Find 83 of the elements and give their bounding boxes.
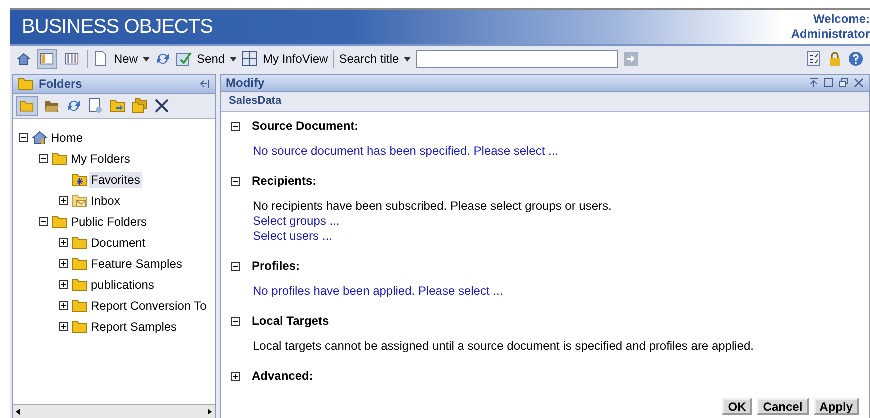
- lock-icon[interactable]: [827, 51, 843, 67]
- move-folder-icon[interactable]: [110, 98, 126, 114]
- search-field[interactable]: [416, 50, 618, 68]
- section-title: Profiles:: [252, 259, 300, 273]
- folder-icon: [72, 318, 88, 334]
- tree-view-icon[interactable]: [37, 49, 57, 69]
- search-mode-menu[interactable]: Search title: [339, 52, 400, 66]
- help-icon[interactable]: [848, 51, 864, 67]
- folder-icon: [72, 298, 88, 314]
- folders-icon[interactable]: [132, 98, 148, 114]
- apply-button[interactable]: Apply: [814, 398, 859, 415]
- folder-icon: [72, 276, 88, 292]
- tree-item[interactable]: Favorites: [89, 172, 142, 188]
- caret-icon[interactable]: [230, 56, 238, 62]
- panel-title: Modify: [226, 76, 265, 90]
- collapse-icon[interactable]: [39, 154, 48, 163]
- my-infoview-button[interactable]: My InfoView: [263, 52, 328, 66]
- section-title: Local Targets: [252, 314, 330, 328]
- select-link[interactable]: Select users ...: [253, 229, 332, 244]
- tree-item[interactable]: Report Conversion To: [89, 298, 209, 314]
- section-title: Advanced:: [252, 369, 314, 383]
- tree-item[interactable]: My Folders: [69, 150, 132, 166]
- document-icon[interactable]: [93, 51, 109, 67]
- expand-icon[interactable]: [59, 322, 68, 331]
- folder-icon: [72, 234, 88, 250]
- folder-icon: [52, 214, 68, 230]
- collapse-icon[interactable]: [19, 133, 28, 142]
- ok-button[interactable]: OK: [722, 398, 752, 415]
- expand-icon[interactable]: [231, 372, 240, 380]
- collapse-icon[interactable]: [231, 122, 240, 130]
- tree-item[interactable]: Feature Samples: [89, 256, 184, 272]
- refresh-icon[interactable]: [66, 98, 82, 114]
- folder-icon: [18, 76, 34, 92]
- select-link[interactable]: No source document has been specified. Please select ...: [253, 144, 559, 159]
- tree-item[interactable]: Inbox: [89, 192, 122, 208]
- restore-icon[interactable]: [839, 78, 849, 88]
- folder-icon: [72, 256, 88, 272]
- tree-item[interactable]: Report Samples: [89, 318, 180, 334]
- expand-icon[interactable]: [59, 259, 68, 268]
- expand-icon[interactable]: [59, 196, 68, 205]
- expand-icon[interactable]: [59, 238, 68, 247]
- caret-icon[interactable]: [143, 56, 150, 62]
- object-name: SalesData: [229, 95, 282, 108]
- home-icon[interactable]: [16, 51, 32, 67]
- grid-icon[interactable]: [242, 51, 258, 67]
- mail-folder-icon: [72, 192, 88, 208]
- expand-icon[interactable]: [59, 280, 68, 289]
- home-icon: [32, 130, 48, 146]
- collapse-icon[interactable]: [231, 176, 240, 186]
- close-icon[interactable]: [854, 78, 864, 88]
- pin-icon[interactable]: [809, 78, 819, 88]
- send-icon[interactable]: [176, 51, 192, 67]
- send-menu[interactable]: Send: [197, 52, 226, 66]
- horizontal-scrollbar[interactable]: [13, 404, 215, 418]
- folder-icon: [52, 150, 68, 166]
- logo-text: BUSINESS OBJECTS: [22, 16, 213, 38]
- caret-icon[interactable]: [404, 56, 412, 62]
- message-text: No recipients have been subscribed. Please select groups or users.: [253, 199, 613, 214]
- favorites-folder-icon: [72, 172, 88, 188]
- user-name: Administrator: [791, 27, 870, 42]
- cancel-button[interactable]: Cancel: [757, 398, 809, 415]
- tree-item[interactable]: publications: [89, 276, 156, 292]
- collapse-icon[interactable]: [231, 316, 240, 326]
- delete-icon[interactable]: [154, 98, 170, 114]
- document-icon[interactable]: [88, 98, 104, 114]
- open-folder-icon[interactable]: [44, 98, 60, 114]
- tree-item[interactable]: Home: [49, 130, 86, 146]
- welcome-label: Welcome:: [814, 12, 870, 27]
- select-link[interactable]: No profiles have been applied. Please select ...: [253, 284, 504, 299]
- checklist-icon[interactable]: [806, 51, 822, 67]
- section-title: Recipients:: [252, 174, 317, 188]
- section-title: Source Document:: [252, 119, 359, 133]
- new-menu[interactable]: New: [114, 52, 138, 66]
- tree-item[interactable]: Public Folders: [69, 214, 150, 230]
- message-text: Local targets cannot be assigned until a source document is specified and profiles are applied.: [253, 339, 755, 354]
- select-link[interactable]: Select groups ...: [253, 214, 340, 229]
- panel-title: Folders: [39, 77, 82, 91]
- refresh-icon[interactable]: [155, 51, 172, 67]
- collapse-icon[interactable]: [231, 262, 240, 270]
- expand-icon[interactable]: [59, 301, 68, 310]
- maximize-icon[interactable]: [824, 78, 834, 88]
- tree-item[interactable]: Document: [89, 234, 148, 250]
- collapse-icon[interactable]: [39, 217, 48, 226]
